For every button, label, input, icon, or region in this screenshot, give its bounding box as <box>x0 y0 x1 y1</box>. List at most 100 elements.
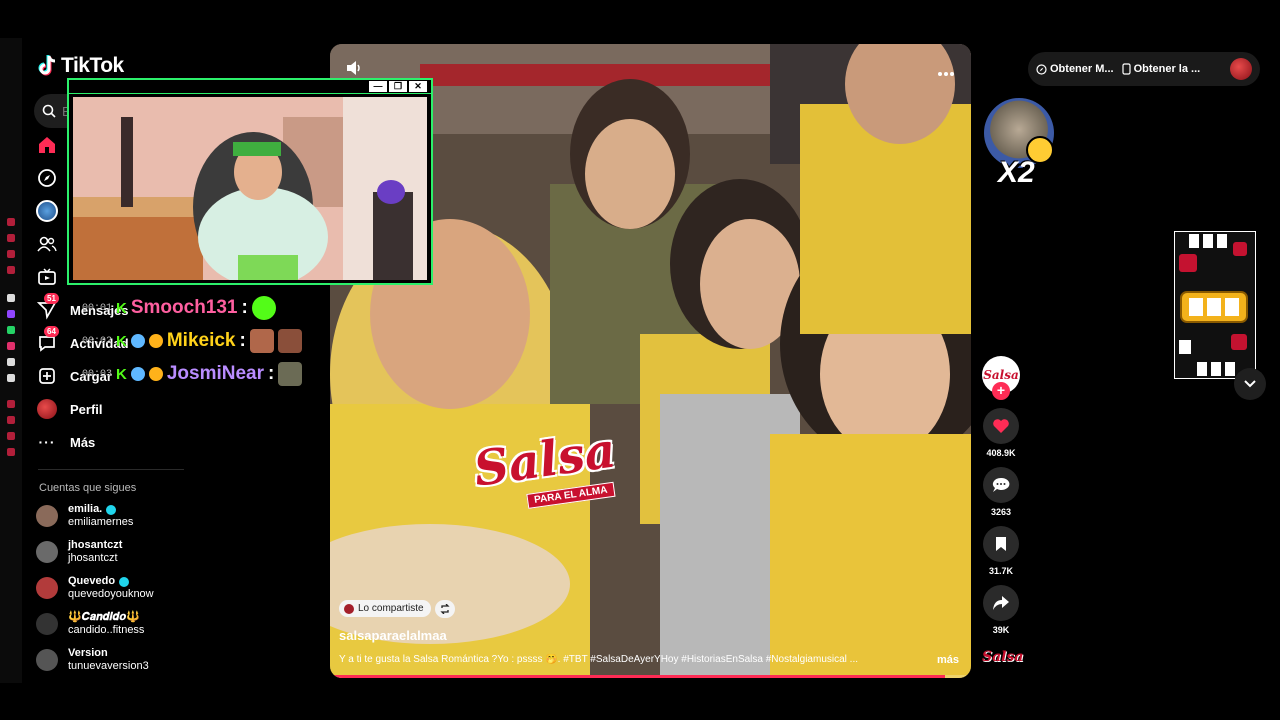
next-video-button[interactable] <box>1234 368 1266 400</box>
shared-indicator: Lo compartiste <box>339 599 455 618</box>
webcam-overlay-window[interactable]: — ❐ ✕ <box>67 78 433 285</box>
account-name: 🔱𝑪𝒂𝒏𝒅𝒊𝒅𝒐🔱 <box>68 611 140 623</box>
tiktok-app: TikTok 51 Mensajes <box>22 38 1280 683</box>
gem-badge-icon <box>130 367 145 381</box>
close-icon[interactable]: ✕ <box>409 81 427 92</box>
emote-icon <box>251 296 276 320</box>
following-title: Cuentas que sigues <box>39 482 137 494</box>
cat-sticker: X2 <box>984 98 1056 190</box>
slot-machine-graphic <box>1175 232 1255 378</box>
account-name: Version <box>68 647 108 659</box>
bookmark-icon[interactable] <box>983 526 1019 562</box>
strip-icon <box>7 250 15 258</box>
strip-icon <box>7 310 15 318</box>
nav-more[interactable]: ··· Más <box>36 427 196 457</box>
slot-machine-widget <box>1174 231 1256 379</box>
strip-icon <box>7 448 15 456</box>
video-caption: Y a ti te gusta la Salsa Romántica ?Yo :… <box>339 654 858 665</box>
music-disc-icon[interactable]: Salsa <box>982 648 1023 666</box>
user-avatar[interactable] <box>1230 58 1252 80</box>
strip-icon <box>7 358 15 366</box>
get-app-label: Obtener M... <box>1050 63 1114 75</box>
chat-username: Smooch131 <box>130 297 238 318</box>
strip-icon <box>7 218 15 226</box>
emote-icon <box>277 329 302 353</box>
emote-icon <box>249 329 274 353</box>
avatar <box>36 649 58 671</box>
nav-profile[interactable]: Perfil <box>36 394 196 424</box>
like-action[interactable]: 408.9K <box>980 408 1022 458</box>
comment-action[interactable]: 3263 <box>980 467 1022 517</box>
verified-icon <box>106 504 117 515</box>
stream-sidebar-strip <box>0 38 22 683</box>
more-options-icon[interactable] <box>937 64 955 82</box>
users-icon <box>36 233 58 255</box>
sub-badge-icon <box>148 367 163 381</box>
following-account[interactable]: emilia. emiliamernes <box>36 500 196 532</box>
account-handle: tunuevaversion3 <box>68 660 149 672</box>
strip-icon <box>7 326 15 334</box>
following-account[interactable]: jhosantczt jhosantczt <box>36 536 196 568</box>
account-handle: candido..fitness <box>68 624 145 636</box>
account-name: Quevedo <box>68 575 116 587</box>
sidebar-divider <box>38 469 184 470</box>
strip-icon <box>7 374 15 382</box>
sticker-multiplier: X2 <box>998 156 1035 189</box>
activity-badge: 64 <box>44 326 59 337</box>
chat-message: 00:02 K Mikeick : <box>82 326 302 356</box>
compass-icon <box>36 167 58 189</box>
comment-count: 3263 <box>990 507 1012 517</box>
chat-separator: : <box>268 363 275 384</box>
live-avatar-icon <box>36 200 58 222</box>
app-name: TikTok <box>61 54 124 77</box>
overlay-titlebar[interactable]: — ❐ ✕ <box>69 80 431 94</box>
home-icon <box>36 134 58 156</box>
minimize-icon[interactable]: — <box>369 81 387 92</box>
kick-badge-icon: K <box>116 332 127 350</box>
chat-username: JosmiNear <box>166 363 265 384</box>
account-handle: jhosantczt <box>68 552 118 564</box>
following-account[interactable]: Version tunuevaversion3 <box>36 644 196 676</box>
get-app-button[interactable]: Obtener M... <box>1036 63 1114 75</box>
strip-icon <box>7 342 15 350</box>
top-right-menu: Obtener M... Obtener la ... <box>1028 52 1260 86</box>
share-arrow-icon[interactable] <box>983 585 1019 621</box>
following-account[interactable]: Quevedo quevedoyouknow <box>36 572 196 604</box>
shared-avatar-icon <box>344 603 354 614</box>
video-author[interactable]: salsaparaelalmaa <box>339 628 447 643</box>
gem-badge-icon <box>130 334 145 348</box>
share-action[interactable]: 39K <box>980 585 1022 635</box>
nav-profile-label: Perfil <box>70 401 103 417</box>
account-name: jhosantczt <box>68 539 123 551</box>
chat-separator: : <box>239 330 246 351</box>
plus-square-icon <box>36 365 58 387</box>
tiktok-logo[interactable]: TikTok <box>38 54 124 78</box>
save-action[interactable]: 31.7K <box>980 526 1022 576</box>
chevron-down-icon <box>1244 380 1256 388</box>
avatar <box>36 613 58 635</box>
chat-message: 00:01 K Smooch131 : <box>82 293 276 323</box>
follow-plus-button[interactable]: + <box>992 382 1010 400</box>
repost-icon[interactable] <box>434 599 455 618</box>
send-icon: 51 <box>36 293 59 321</box>
account-handle: quevedoyouknow <box>68 588 154 600</box>
video-progress-fill <box>330 675 946 678</box>
inbox-icon: 64 <box>36 326 59 354</box>
restore-icon[interactable]: ❐ <box>389 81 407 92</box>
comment-icon[interactable] <box>983 467 1019 503</box>
get-mobile-app-label: Obtener la ... <box>1133 63 1201 75</box>
avatar <box>36 541 58 563</box>
caption-more-link[interactable]: más <box>937 654 959 666</box>
chat-message: 00:03 K JosmiNear : <box>82 359 303 389</box>
shared-pill[interactable]: Lo compartiste <box>339 600 431 617</box>
following-account[interactable]: 🔱𝑪𝒂𝒏𝒅𝒊𝒅𝒐🔱 candido..fitness <box>36 608 196 640</box>
tv-icon <box>36 266 58 288</box>
tiktok-note-icon <box>38 55 56 76</box>
kick-badge-icon: K <box>116 365 127 383</box>
account-name: emilia. <box>68 503 103 515</box>
save-count: 31.7K <box>988 566 1014 576</box>
get-mobile-app-button[interactable]: Obtener la ... <box>1121 63 1201 75</box>
video-progress-bar[interactable] <box>330 675 971 678</box>
heart-icon[interactable] <box>983 408 1019 444</box>
chat-time: 00:02 <box>82 335 113 347</box>
